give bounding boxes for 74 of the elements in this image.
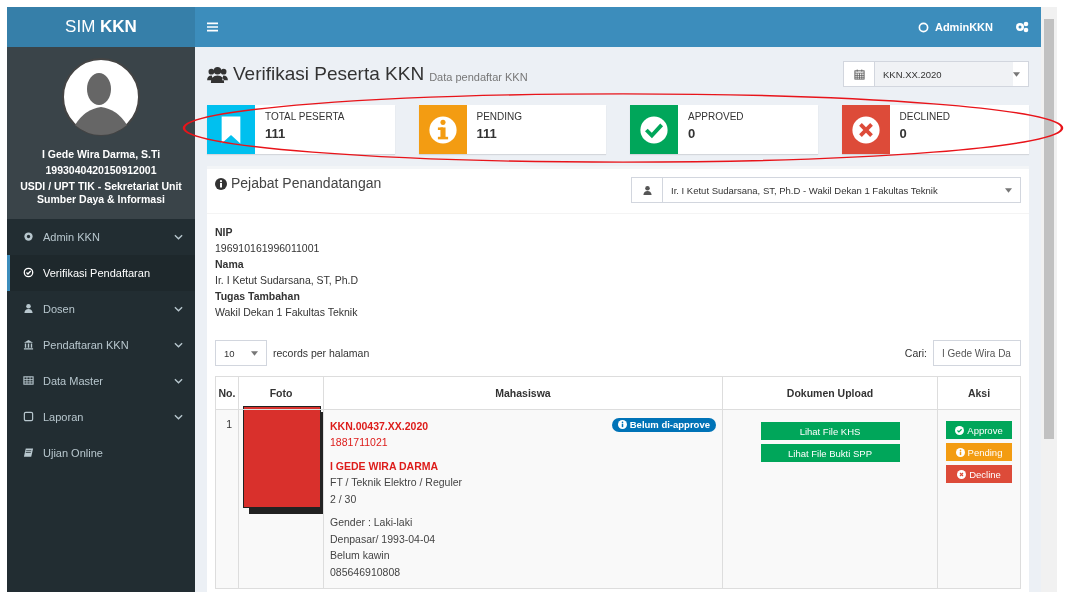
scrollbar[interactable] <box>1041 7 1057 592</box>
sidebar-item[interactable]: Laporan <box>7 398 195 435</box>
period-select[interactable]: KKN.XX.2020 <box>843 61 1029 87</box>
page-subtitle: Data pendaftar KKN <box>429 71 528 83</box>
info-box-value: 111 <box>476 126 498 141</box>
gear-icon <box>23 231 34 242</box>
field-value: Ir. I Ketut Sudarsana, ST, Ph.D <box>215 273 359 288</box>
check-icon <box>23 267 34 278</box>
info-box-label: APPROVED <box>688 111 744 122</box>
caret-icon <box>1013 71 1020 77</box>
menu-icon[interactable] <box>207 22 218 32</box>
circle-icon <box>917 21 929 33</box>
info-icon <box>617 420 627 429</box>
sidebar-item[interactable]: Admin KKN <box>7 218 195 255</box>
sidebar-item[interactable]: Ujian Online <box>7 434 195 471</box>
row-number: 1 <box>226 418 232 430</box>
user-menu[interactable]: AdminKKN <box>917 21 993 33</box>
student-detail: Denpasar/ 1993-04-04 <box>330 531 437 547</box>
sidebar-item[interactable]: Dosen <box>7 290 195 327</box>
caret-icon <box>251 350 258 356</box>
brand-logo[interactable]: SIM KKN <box>7 7 195 47</box>
signer-select[interactable]: Ir. I Ketut Sudarsana, ST, Ph.D - Wakil Dekan 1 Fakultas Teknik <box>631 177 1021 203</box>
field-label: Tugas Tambahan <box>215 289 301 304</box>
student-detail: Gender : Laki-laki <box>330 515 414 530</box>
sidebar-item[interactable]: Verifikasi Pendaftaran <box>7 254 195 291</box>
profile-unit: USDI / UPT TIK - Sekretariat Unit Sumber Daya & Informasi <box>19 180 183 207</box>
column-header: No. <box>215 376 239 410</box>
column-header: Mahasiswa <box>323 376 723 410</box>
user-icon <box>641 184 653 196</box>
caret-icon <box>1005 187 1012 193</box>
field-value: Wakil Dekan 1 Fakultas Teknik <box>215 305 359 320</box>
info-box-label: TOTAL PESERTA <box>265 111 345 122</box>
info-box-label: DECLINED <box>899 111 951 122</box>
info-box-value: 111 <box>265 126 287 141</box>
avatar-silhouette-icon <box>61 57 141 137</box>
search-label: Cari: <box>904 347 927 359</box>
page-size-select[interactable]: 10 <box>215 340 267 366</box>
profile-name: I Gede Wira Darma, S.Ti <box>41 148 161 162</box>
decline-button[interactable]: Decline <box>946 465 1012 483</box>
semester-credits: 2 / 30 <box>330 491 358 507</box>
settings-icon[interactable] <box>1015 21 1029 33</box>
info-box-label: PENDING <box>476 111 523 122</box>
profile-id: 1993040420150912001 <box>45 164 157 178</box>
study-program: FT / Teknik Elektro / Reguler <box>330 475 464 490</box>
field-value: 196910161996011001 <box>215 241 321 256</box>
status-badge: Belum di-approve <box>611 418 716 432</box>
table-icon <box>23 375 34 386</box>
field-label: NIP <box>215 225 234 240</box>
column-header: Aksi <box>937 376 1021 410</box>
info-icon <box>955 447 965 457</box>
square-icon <box>23 411 34 422</box>
book-icon <box>23 447 34 458</box>
student-detail: Belum kawin <box>330 548 391 563</box>
column-header: Dokumen Upload <box>722 376 938 410</box>
panel-title: Pejabat Penandatangan <box>231 175 382 191</box>
student-id: 1881711021 <box>330 435 389 450</box>
field-label: Nama <box>215 257 245 272</box>
student-detail: 085646910808 <box>330 564 402 580</box>
user-icon <box>23 303 34 314</box>
info-icon <box>215 178 227 190</box>
users-icon <box>207 65 228 83</box>
page-title: Verifikasi Peserta KKN <box>233 63 425 85</box>
search-field[interactable]: I Gede Wira Da <box>933 340 1021 366</box>
sidebar-item[interactable]: Data Master <box>7 362 195 399</box>
info-box-value: 0 <box>688 126 697 141</box>
calendar-icon <box>853 68 865 80</box>
close-circle-icon <box>957 469 967 479</box>
student-name: I GEDE WIRA DARMA <box>330 459 440 474</box>
registration-code: KKN.00437.XX.2020 <box>330 419 429 434</box>
bank-icon <box>23 339 34 350</box>
check-circle-icon <box>955 425 965 435</box>
sidebar-item[interactable]: Pendaftaran KKN <box>7 326 195 363</box>
info-box-value: 0 <box>899 126 908 141</box>
page-size-label: records per halaman <box>273 347 370 359</box>
